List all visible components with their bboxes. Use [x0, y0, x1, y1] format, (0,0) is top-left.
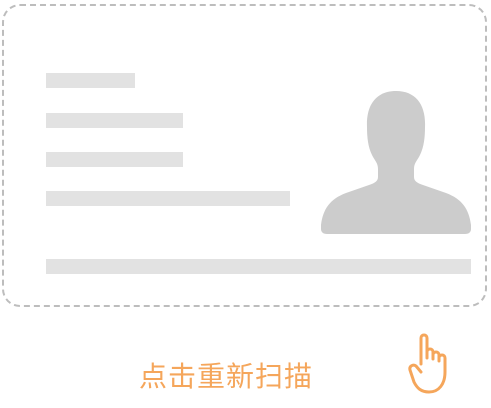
card-number-placeholder: [46, 259, 471, 274]
card-text-placeholder-3: [46, 152, 183, 167]
rescan-button[interactable]: 点击重新扫描: [0, 333, 491, 400]
rescan-label: 点击重新扫描: [139, 360, 314, 393]
person-silhouette-icon: [321, 91, 471, 234]
tap-hand-icon: [408, 333, 447, 394]
scan-screen: 点击重新扫描: [0, 0, 491, 408]
card-text-placeholder-4: [46, 191, 290, 206]
card-text-placeholder-1: [46, 73, 135, 88]
card-text-placeholder-2: [46, 113, 183, 128]
